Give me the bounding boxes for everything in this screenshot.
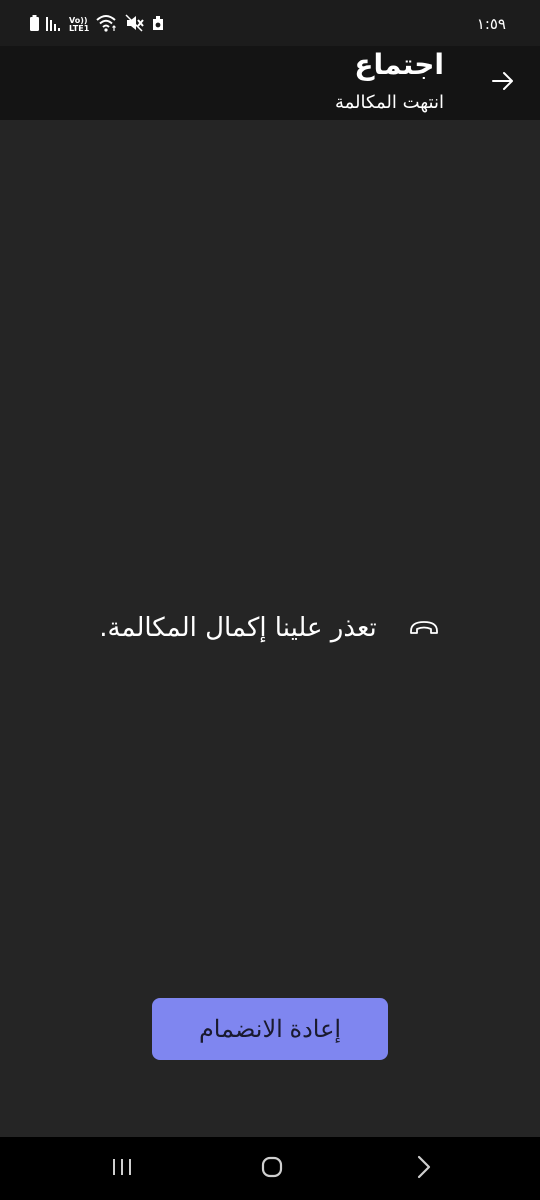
volte-icon: Vo)) LTE1: [69, 17, 89, 33]
home-button[interactable]: [242, 1149, 302, 1189]
page-title: اجتماع: [354, 48, 444, 81]
recents-icon: [111, 1157, 133, 1181]
system-back-button[interactable]: [394, 1149, 454, 1189]
arrow-right-icon: [491, 70, 515, 96]
message-text: تعذر علينا إكمال المكالمة.: [99, 613, 377, 643]
home-icon: [260, 1155, 284, 1183]
signal-icon: [46, 15, 62, 35]
call-ended-screen: Vo)) LTE1 ١:٥٩ اجتماع انتهت المكالمة تعذ…: [0, 0, 540, 1200]
volte-bottom-label: LTE1: [69, 24, 90, 33]
status-bar: Vo)) LTE1 ١:٥٩: [0, 0, 540, 46]
battery-icon: [30, 15, 39, 35]
back-icon: [416, 1155, 432, 1183]
back-button[interactable]: [486, 66, 520, 100]
call-header: اجتماع انتهت المكالمة: [0, 46, 540, 120]
rejoin-label: إعادة الانضمام: [198, 1015, 342, 1043]
status-time: ١:٥٩: [476, 15, 506, 33]
shield-icon: [152, 15, 164, 35]
page-subtitle: انتهت المكالمة: [335, 92, 444, 113]
rejoin-button[interactable]: إعادة الانضمام: [152, 998, 388, 1060]
recents-button[interactable]: [92, 1149, 152, 1189]
wifi-icon: [96, 14, 118, 36]
navigation-bar: [0, 1137, 540, 1200]
mute-icon: [125, 14, 145, 36]
status-icons: Vo)) LTE1: [30, 14, 164, 36]
call-ended-message: تعذر علينا إكمال المكالمة.: [60, 606, 480, 650]
end-call-icon: [407, 616, 441, 640]
